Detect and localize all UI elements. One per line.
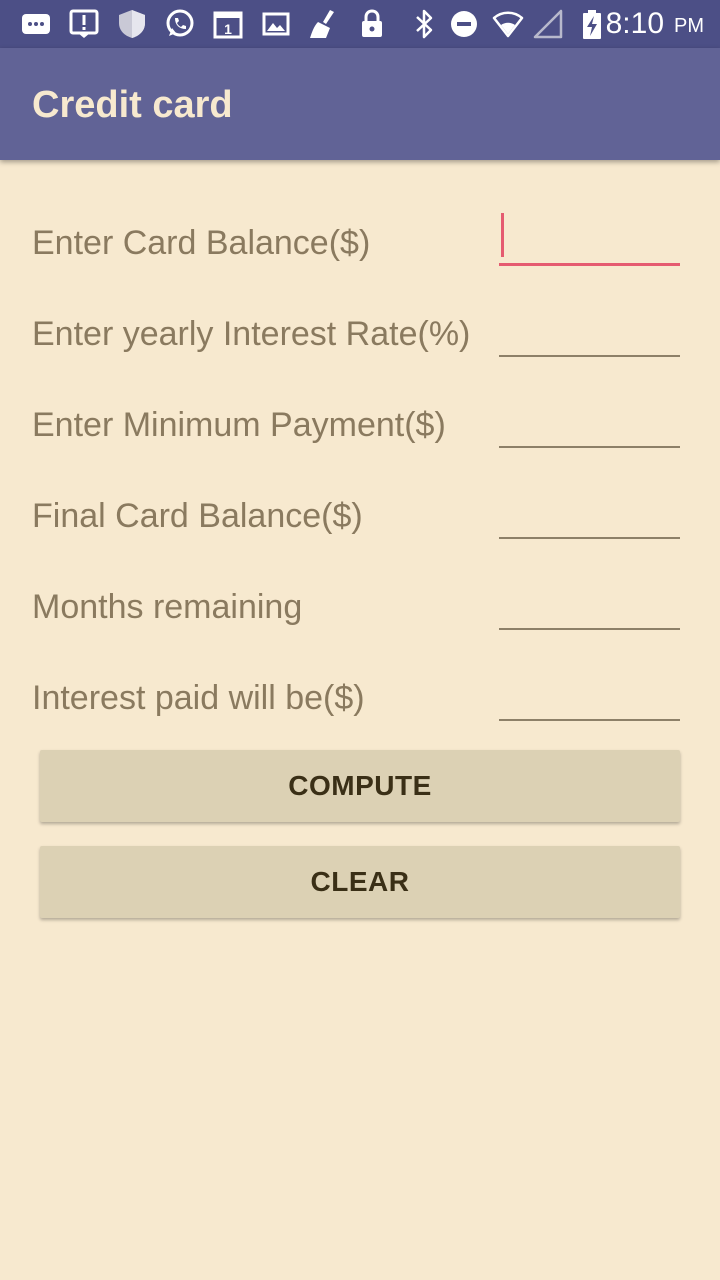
final-balance-label: Final Card Balance($): [32, 497, 363, 535]
clear-button[interactable]: CLEAR: [40, 846, 680, 918]
minimum-payment-label: Enter Minimum Payment($): [32, 406, 446, 444]
interest-paid-row: Interest paid will be($): [0, 661, 720, 752]
months-remaining-label: Months remaining: [32, 588, 303, 626]
final-balance-row: Final Card Balance($): [0, 479, 720, 570]
alert-icon: [68, 8, 100, 40]
text-cursor: [501, 213, 504, 257]
status-time: 8:10: [605, 7, 664, 40]
card-balance-row: Enter Card Balance($): [0, 206, 720, 297]
status-bar: 1 8:10 PM: [0, 0, 720, 48]
interest-rate-row: Enter yearly Interest Rate(%): [0, 297, 720, 388]
card-balance-input[interactable]: [499, 206, 680, 266]
app-bar: Credit card: [0, 48, 720, 160]
wifi-icon: [492, 8, 524, 40]
months-remaining-input[interactable]: [499, 570, 680, 630]
image-icon: [260, 8, 292, 40]
whatsapp-icon: [164, 8, 196, 40]
bluetooth-icon: [408, 8, 440, 40]
broom-icon: [308, 8, 340, 40]
interest-rate-label: Enter yearly Interest Rate(%): [32, 315, 471, 353]
final-balance-input[interactable]: [499, 479, 680, 539]
card-balance-label: Enter Card Balance($): [32, 224, 371, 262]
compute-button[interactable]: COMPUTE: [40, 750, 680, 822]
minimum-payment-input[interactable]: [499, 388, 680, 448]
calendar-day: 1: [224, 21, 232, 37]
chat-icon: [20, 8, 52, 40]
interest-paid-label: Interest paid will be($): [32, 679, 365, 717]
lock-icon: [356, 8, 388, 40]
status-ampm: PM: [674, 15, 704, 37]
minimum-payment-row: Enter Minimum Payment($): [0, 388, 720, 479]
shield-icon: [116, 8, 148, 40]
do-not-disturb-icon: [448, 8, 480, 40]
battery-charging-icon: [576, 8, 608, 40]
calendar-icon: 1: [212, 8, 244, 40]
interest-rate-input[interactable]: [499, 297, 680, 357]
app-title: Credit card: [32, 84, 233, 126]
signal-icon: [532, 8, 564, 40]
months-remaining-row: Months remaining: [0, 570, 720, 661]
interest-paid-input[interactable]: [499, 661, 680, 721]
